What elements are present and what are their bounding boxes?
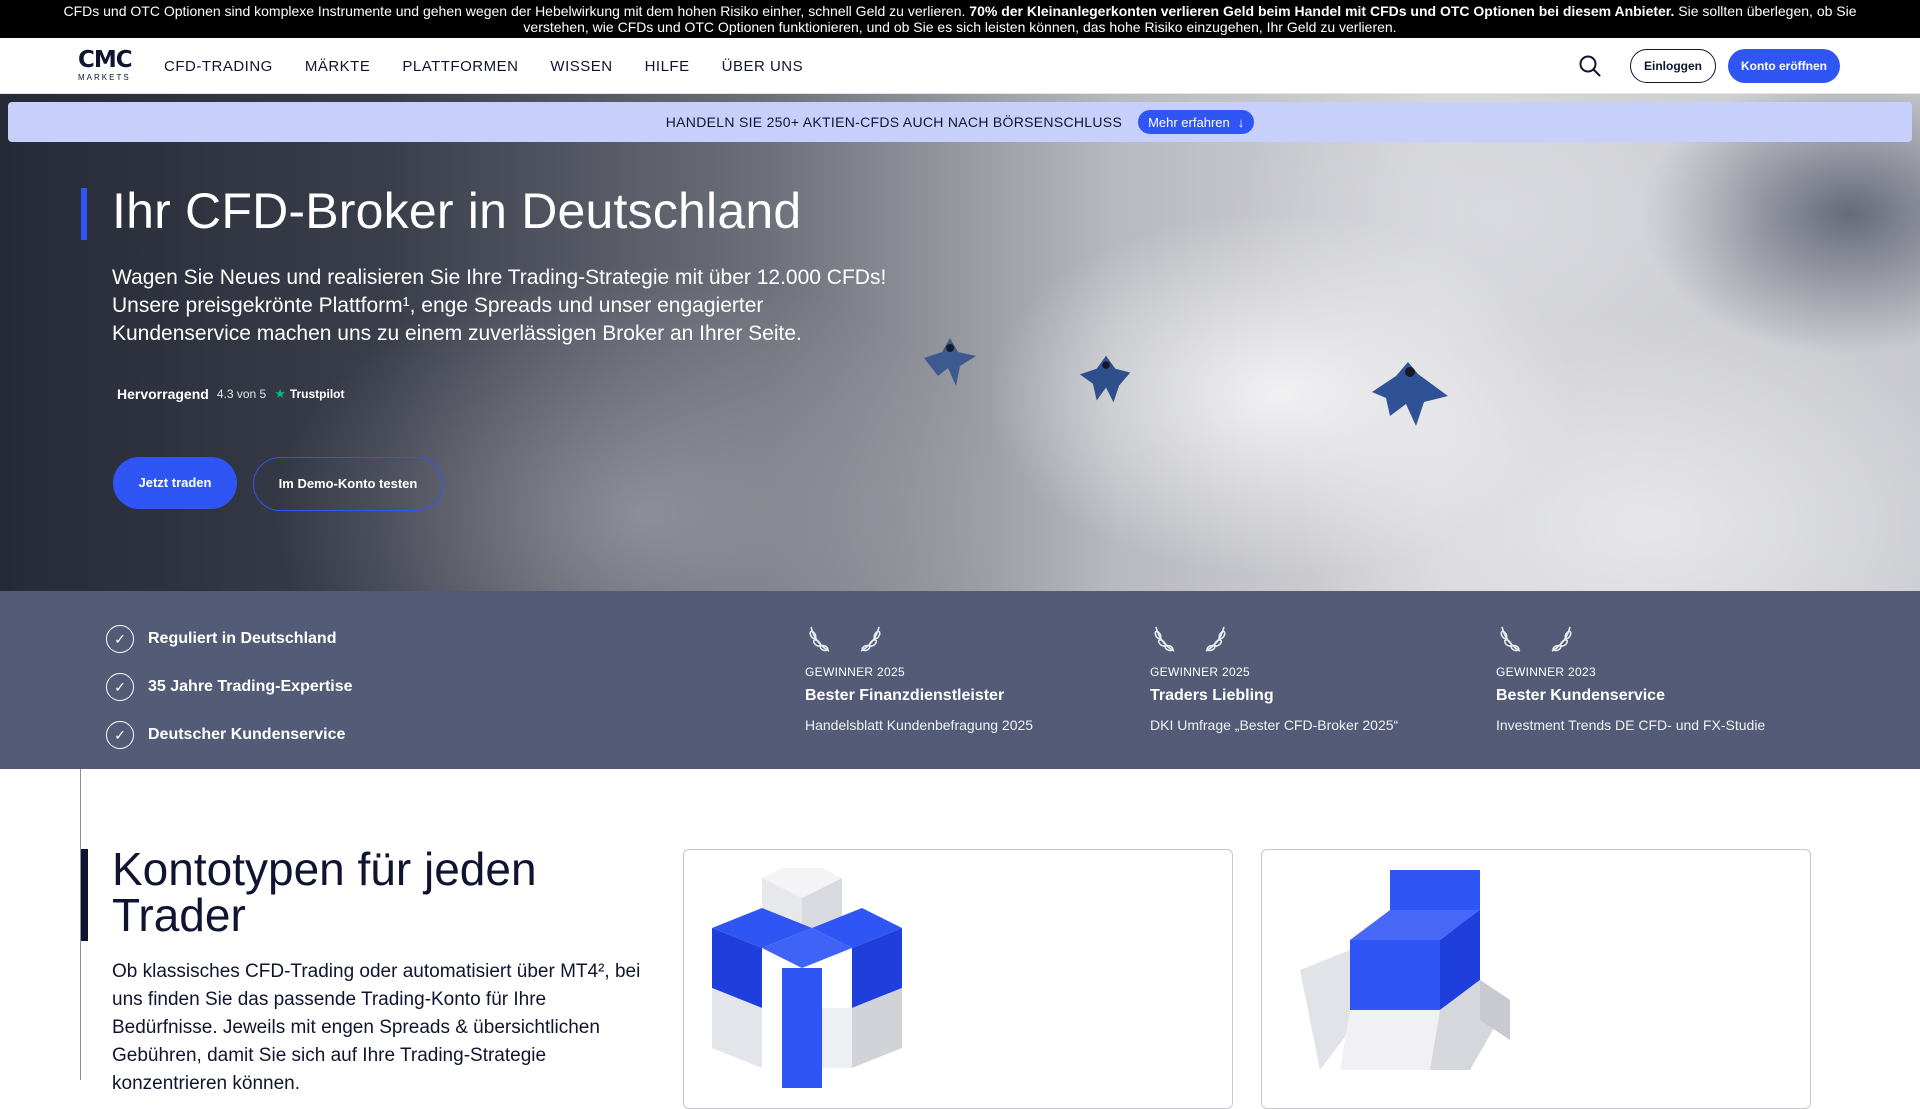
risk-warning-text: CFDs und OTC Optionen sind komplexe Inst… — [63, 3, 970, 19]
laurel-icon — [1500, 626, 1572, 652]
login-button[interactable]: Einloggen — [1630, 49, 1716, 83]
laurel-icon — [809, 626, 881, 652]
award-source: DKI Umfrage „Bester CFD-Broker 2025“ — [1150, 717, 1399, 733]
nav-cfd-trading[interactable]: CFD-TRADING — [164, 58, 273, 75]
risk-warning-bold: 70% der Kleinanlegerkonten verlieren Gel… — [969, 3, 1675, 19]
main-nav: CFD-TRADING MÄRKTE PLATTFORMEN WISSEN HI… — [164, 38, 803, 94]
site-header: CMC MARKETS CFD-TRADING MÄRKTE PLATTFORM… — [0, 38, 1920, 94]
award-year: GEWINNER 2023 — [1496, 665, 1596, 679]
trustpilot-rating[interactable]: Hervorragend 4.3 von 5 ★ Trustpilot — [117, 386, 345, 402]
trustpilot-star-icon: ★ — [274, 386, 286, 401]
open-account-button[interactable]: Konto eröffnen — [1728, 49, 1840, 83]
cube-illustration-icon — [1300, 870, 1510, 1070]
hero-description: Wagen Sie Neues und realisieren Sie Ihre… — [112, 266, 887, 345]
nav-wissen[interactable]: WISSEN — [550, 58, 612, 75]
learn-more-button[interactable]: Mehr erfahren ↓ — [1138, 110, 1255, 134]
trustpilot-brand: Trustpilot — [289, 387, 345, 401]
search-icon[interactable] — [1578, 54, 1602, 78]
hero-title-accent — [81, 188, 87, 240]
trust-strip: ✓ Reguliert in Deutschland ✓ 35 Jahre Tr… — [0, 591, 1920, 769]
logo-mark: CMC — [78, 47, 133, 73]
accounts-title: Kontotypen für jeden Trader — [112, 843, 537, 941]
award-title: Bester Kundenservice — [1496, 687, 1665, 704]
promo-text: HANDELN SIE 250+ AKTIEN-CFDS AUCH NACH B… — [665, 114, 1123, 130]
award-year: GEWINNER 2025 — [805, 665, 905, 679]
usp-label: 35 Jahre Trading-Expertise — [148, 678, 353, 695]
accounts-description: Ob klassisches CFD-Trading oder automati… — [112, 961, 641, 1094]
wingsuit-flyer-image — [1079, 355, 1131, 403]
check-icon: ✓ — [106, 625, 134, 653]
logo-subtitle: MARKETS — [78, 73, 131, 82]
check-icon: ✓ — [106, 673, 134, 701]
check-icon: ✓ — [106, 721, 134, 749]
award-source: Investment Trends DE CFD- und FX-Studie — [1496, 717, 1766, 733]
wingsuit-flyer-image — [1372, 362, 1448, 426]
learn-more-label: Mehr erfahren — [1148, 114, 1230, 130]
award-title: Bester Finanzdienstleister — [805, 687, 1005, 704]
usp-item: ✓ Deutscher Kundenservice — [106, 711, 353, 759]
award-item: GEWINNER 2025 Bester Finanzdienstleister… — [805, 623, 1125, 733]
nav-maerkte[interactable]: MÄRKTE — [305, 58, 371, 75]
award-title: Traders Liebling — [1150, 687, 1274, 704]
award-item: GEWINNER 2023 Bester Kundenservice Inves… — [1496, 623, 1816, 733]
usp-item: ✓ Reguliert in Deutschland — [106, 615, 353, 663]
rating-word: Hervorragend — [117, 386, 209, 402]
usp-item: ✓ 35 Jahre Trading-Expertise — [106, 663, 353, 711]
demo-account-button[interactable]: Im Demo-Konto testen — [253, 457, 443, 511]
award-year: GEWINNER 2025 — [1150, 665, 1250, 679]
hero-title: Ihr CFD-Broker in Deutschland — [112, 183, 802, 239]
cmc-logo[interactable]: CMC MARKETS — [78, 48, 134, 82]
risk-warning-bar: CFDs und OTC Optionen sind komplexe Inst… — [0, 0, 1920, 38]
hero-section: HANDELN SIE 250+ AKTIEN-CFDS AUCH NACH B… — [0, 94, 1920, 591]
rating-score: 4.3 von 5 — [216, 387, 267, 401]
cube-illustration-icon — [712, 868, 902, 1088]
usp-label: Reguliert in Deutschland — [148, 630, 337, 647]
award-item: GEWINNER 2025 Traders Liebling DKI Umfra… — [1150, 623, 1470, 733]
usp-list: ✓ Reguliert in Deutschland ✓ 35 Jahre Tr… — [106, 615, 353, 759]
arrow-down-icon: ↓ — [1237, 114, 1245, 130]
promo-banner: HANDELN SIE 250+ AKTIEN-CFDS AUCH NACH B… — [8, 102, 1912, 142]
accounts-title-accent — [81, 849, 88, 941]
wingsuit-flyer-image — [924, 338, 976, 386]
usp-label: Deutscher Kundenservice — [148, 726, 346, 743]
nav-plattformen[interactable]: PLATTFORMEN — [402, 58, 518, 75]
laurel-icon — [1154, 626, 1226, 652]
account-card-cfd[interactable] — [683, 849, 1233, 1109]
nav-ueber-uns[interactable]: ÜBER UNS — [722, 58, 804, 75]
nav-hilfe[interactable]: HILFE — [645, 58, 690, 75]
trade-now-button[interactable]: Jetzt traden — [113, 457, 237, 509]
account-card-mt4[interactable] — [1261, 849, 1811, 1109]
award-source: Handelsblatt Kundenbefragung 2025 — [805, 717, 1034, 733]
